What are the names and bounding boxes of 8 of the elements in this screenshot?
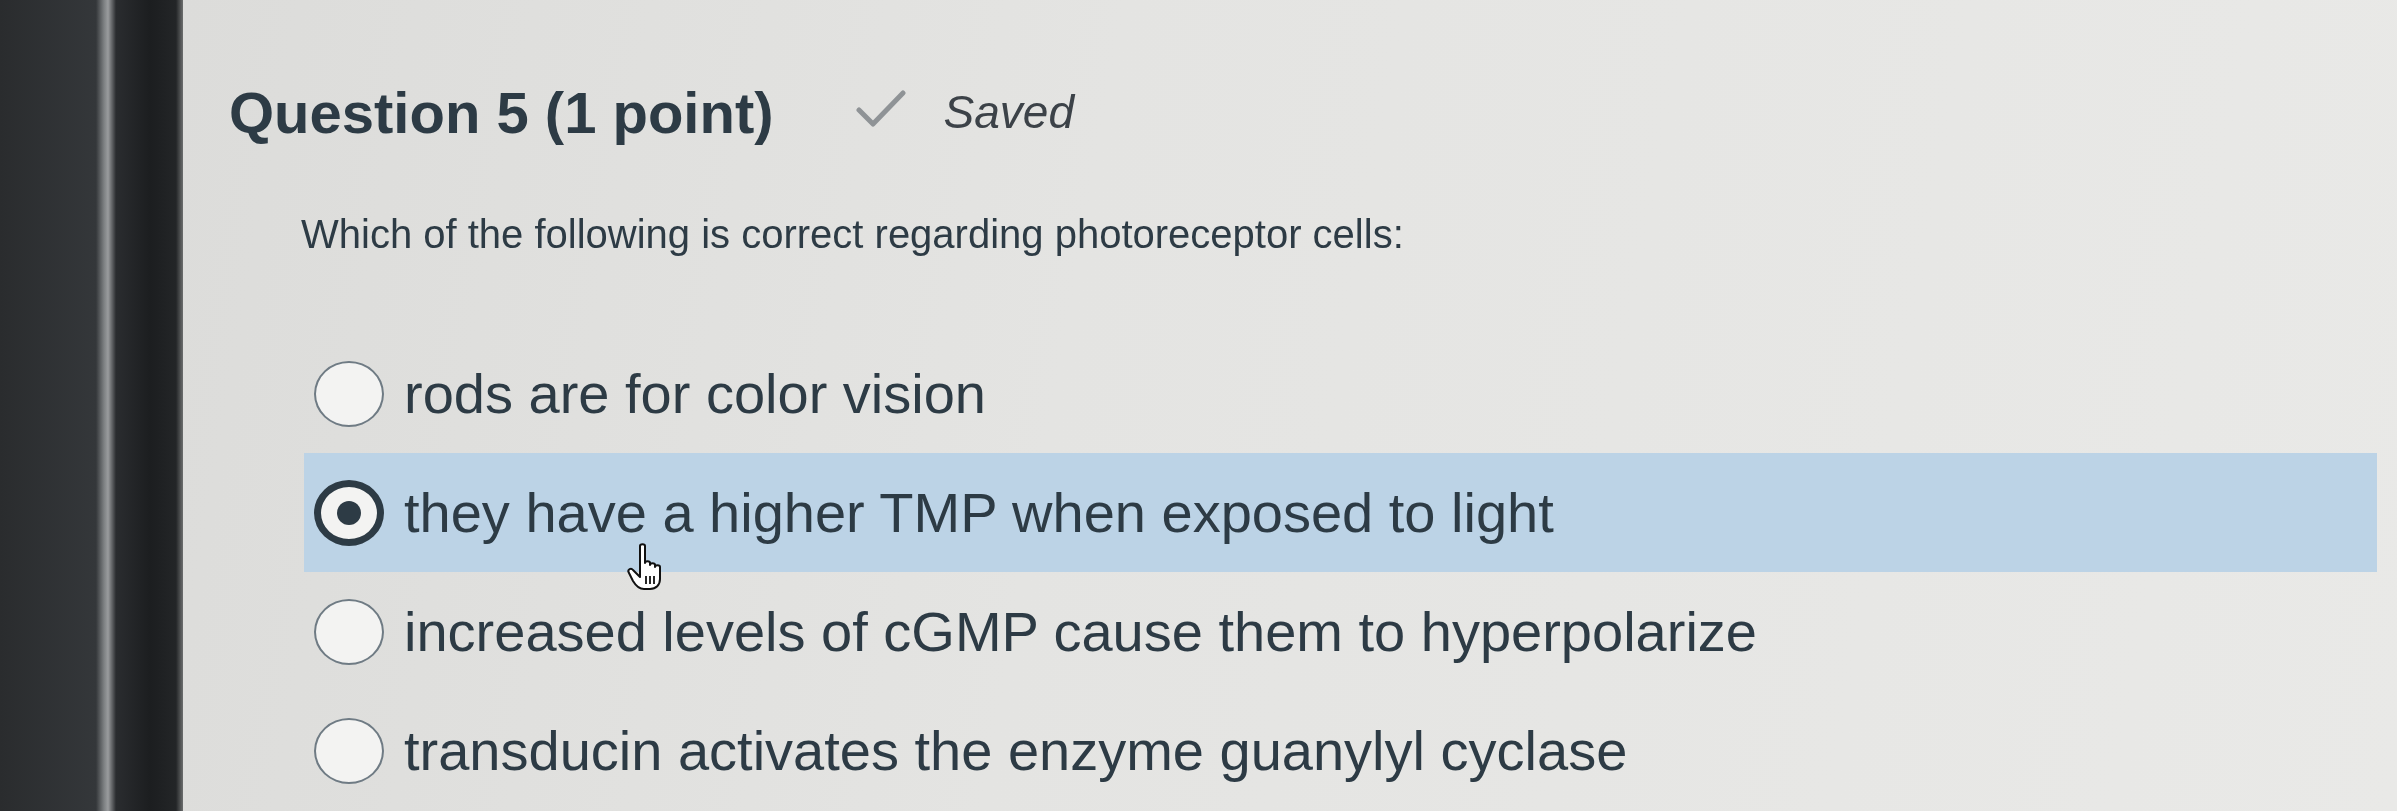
question-prompt: Which of the following is correct regarding photoreceptor cells:	[301, 211, 1405, 258]
option-label: increased levels of cGMP cause them to hyperpolarize	[404, 599, 1757, 664]
question-title: Question 5 (1 point)	[229, 78, 774, 146]
option-label: rods are for color vision	[404, 361, 986, 426]
option-label: transducin activates the enzyme guanylyl cyclase	[404, 718, 1628, 783]
option-label: they have a higher TMP when exposed to light	[404, 480, 1554, 545]
selected-answer-row[interactable]: they have a higher TMP when exposed to light	[304, 453, 2377, 572]
saved-status: Saved	[943, 85, 1074, 139]
